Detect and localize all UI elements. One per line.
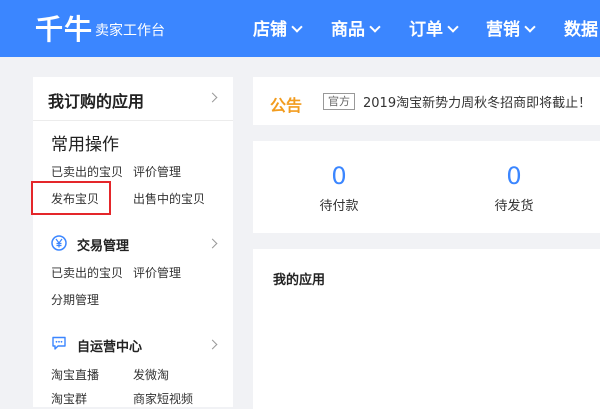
nav-goods-label: 商品	[331, 20, 365, 40]
highlight-box	[31, 181, 111, 215]
stat-label: 待发货	[494, 199, 534, 214]
nav-marketing[interactable]: 营销	[486, 15, 536, 40]
chat-bubble-icon	[52, 336, 66, 350]
chevron-right-icon[interactable]	[207, 238, 218, 249]
announcement-bar: 公告 官方 2019淘宝新势力周秋冬招商即将截止！	[253, 77, 600, 125]
nav-data-label: 数据	[564, 20, 598, 40]
chevron-down-icon	[447, 21, 459, 33]
app-logo[interactable]: 千牛	[35, 8, 93, 48]
link-review-mgmt-2[interactable]: 评价管理	[133, 264, 181, 281]
chevron-down-icon	[524, 21, 536, 33]
chevron-right-icon[interactable]	[207, 339, 218, 350]
trade-mgmt-heading[interactable]: 交易管理	[77, 235, 129, 254]
nav-goods[interactable]: 商品	[331, 15, 381, 40]
link-taobao-live[interactable]: 淘宝直播	[51, 366, 99, 383]
top-header: 千牛 卖家工作台 店铺 商品 订单 营销 数据	[0, 0, 600, 57]
link-post-weitao[interactable]: 发微淘	[133, 366, 169, 383]
sidebar: 我订购的应用 常用操作 已卖出的宝贝 评价管理 发布宝贝 出售中的宝贝 交易管理…	[31, 77, 233, 407]
nav-orders[interactable]: 订单	[409, 15, 459, 40]
sidebar-title[interactable]: 我订购的应用	[48, 88, 144, 112]
nav-data[interactable]: 数据	[564, 15, 598, 40]
stat-value: 0	[331, 162, 347, 190]
link-sold-items-2[interactable]: 已卖出的宝贝	[51, 264, 123, 281]
chevron-right-icon[interactable]	[207, 92, 218, 103]
announcement-text[interactable]: 2019淘宝新势力周秋冬招商即将截止！	[363, 92, 591, 111]
my-apps-panel: 我的应用	[253, 249, 600, 409]
chevron-down-icon	[369, 21, 381, 33]
order-stats: 0 待付款 0 待发货	[253, 141, 600, 233]
official-badge: 官方	[323, 93, 355, 110]
chevron-down-icon	[291, 21, 303, 33]
stat-label: 待付款	[319, 199, 359, 214]
link-taobao-group[interactable]: 淘宝群	[51, 390, 87, 407]
link-review-mgmt[interactable]: 评价管理	[133, 163, 181, 180]
divider	[33, 120, 233, 121]
link-short-video[interactable]: 商家短视频	[133, 390, 193, 407]
app-subtitle: 卖家工作台	[95, 23, 165, 39]
link-installment-mgmt[interactable]: 分期管理	[51, 291, 99, 308]
stat-pending-payment[interactable]: 0 待付款	[299, 161, 379, 214]
nav-marketing-label: 营销	[486, 20, 520, 40]
stat-pending-shipment[interactable]: 0 待发货	[474, 161, 554, 214]
stat-value: 0	[506, 162, 522, 190]
link-on-sale-items[interactable]: 出售中的宝贝	[133, 190, 205, 207]
link-sold-items[interactable]: 已卖出的宝贝	[51, 163, 123, 180]
common-ops-heading: 常用操作	[51, 135, 119, 155]
my-apps-title: 我的应用	[273, 273, 326, 288]
self-op-heading[interactable]: 自运营中心	[77, 336, 142, 355]
nav-shop[interactable]: 店铺	[253, 15, 303, 40]
nav-shop-label: 店铺	[253, 20, 287, 40]
yen-circle-icon	[51, 235, 67, 251]
announcement-title: 公告	[270, 96, 303, 115]
nav-orders-label: 订单	[409, 20, 443, 40]
